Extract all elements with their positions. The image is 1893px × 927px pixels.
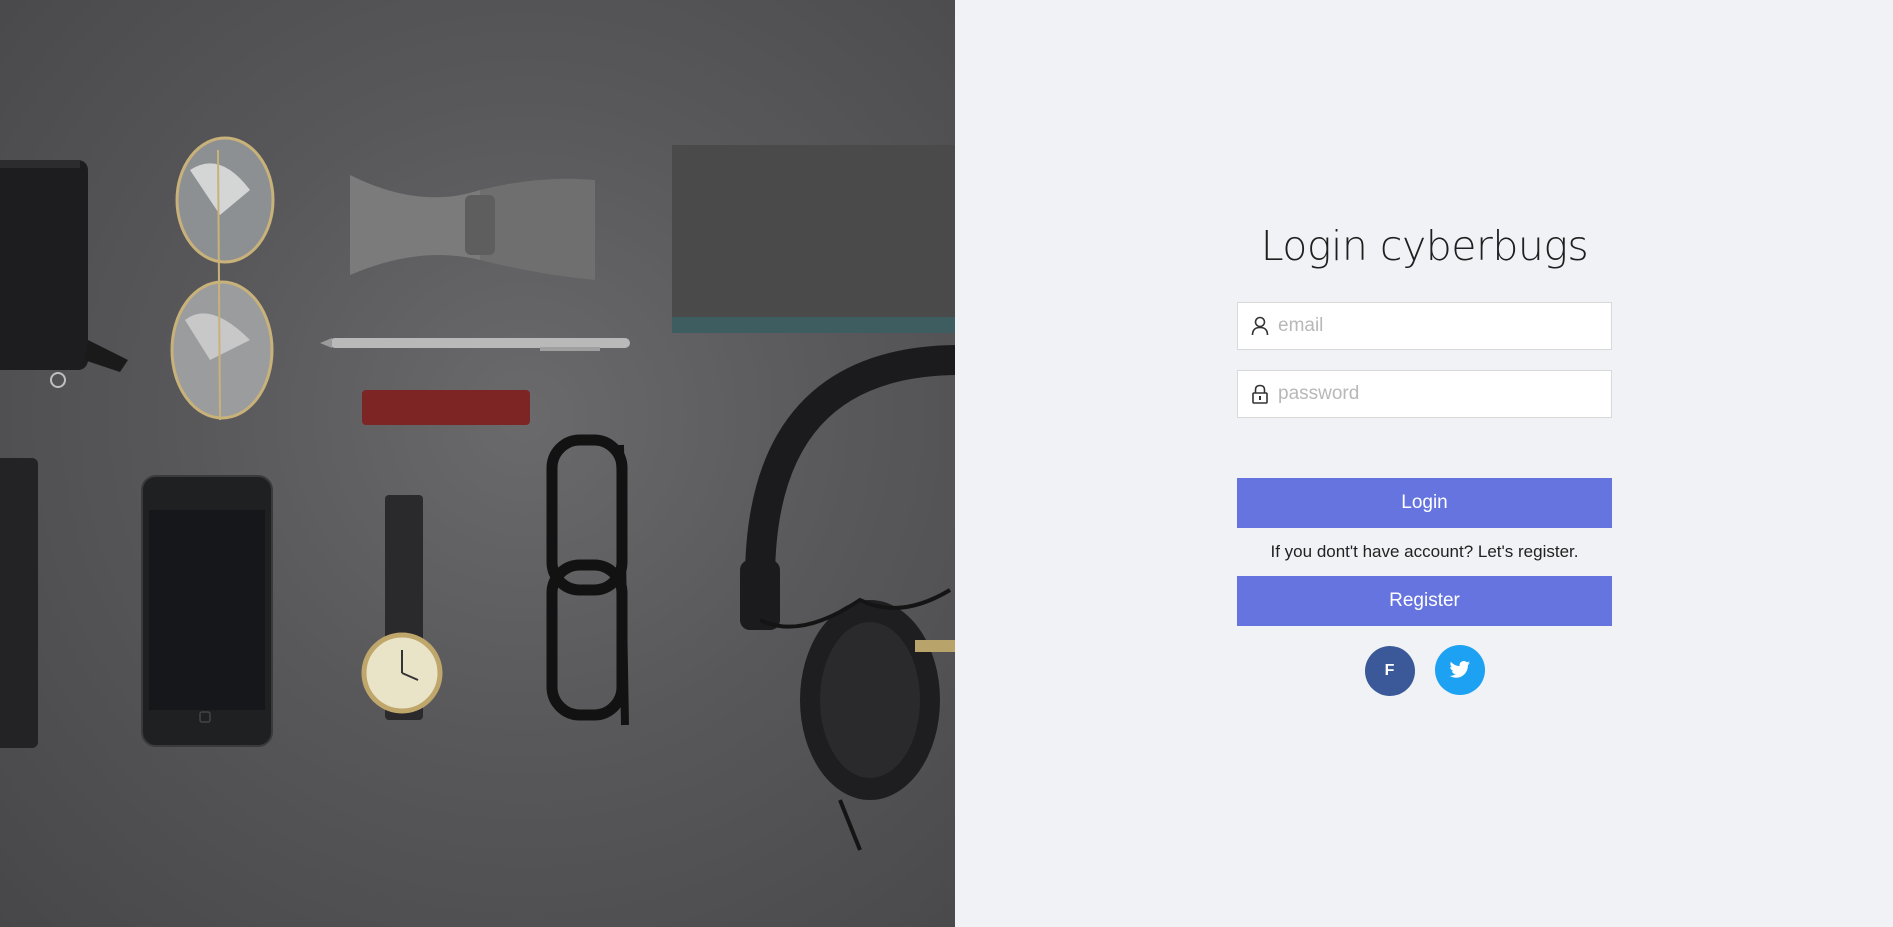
lipstick-graphic <box>362 390 530 425</box>
twitter-bird-icon <box>1448 660 1471 680</box>
accessories-flatlay-illustration <box>0 136 955 851</box>
email-input[interactable] <box>1276 314 1599 338</box>
register-button[interactable]: Register <box>1237 576 1612 626</box>
page-title: Login cyberbugs <box>1260 222 1589 270</box>
headphones-graphic <box>740 345 955 851</box>
password-input[interactable] <box>1276 382 1599 406</box>
bowtie-graphic <box>350 175 595 280</box>
login-page: Login cyberbugs email Login If you dont'… <box>0 0 1893 927</box>
facebook-login-button[interactable]: F <box>1364 646 1415 696</box>
lock-icon <box>1250 383 1270 405</box>
user-icon <box>1250 315 1270 337</box>
phone-graphic <box>141 475 273 747</box>
watch-graphic <box>361 495 443 720</box>
facebook-label: F <box>1384 662 1395 679</box>
social-login-group: F <box>1237 645 1612 696</box>
eyeglasses-graphic <box>546 434 629 726</box>
cardholder-graphic <box>0 458 38 748</box>
sunglasses-graphic <box>170 136 275 421</box>
login-form: Login cyberbugs email Login If you dont'… <box>1237 216 1612 696</box>
notebook-graphic <box>672 145 955 333</box>
hero-image <box>0 0 955 927</box>
register-hint: If you dont't have account? Let's regist… <box>1270 542 1579 561</box>
login-button[interactable]: Login <box>1237 478 1612 528</box>
pen-graphic <box>320 338 630 351</box>
wallet-graphic <box>0 160 128 388</box>
email-field[interactable] <box>1237 302 1612 350</box>
twitter-login-button[interactable] <box>1434 645 1485 695</box>
login-panel: Login cyberbugs email Login If you dont'… <box>955 0 1893 927</box>
password-field[interactable] <box>1237 370 1612 418</box>
